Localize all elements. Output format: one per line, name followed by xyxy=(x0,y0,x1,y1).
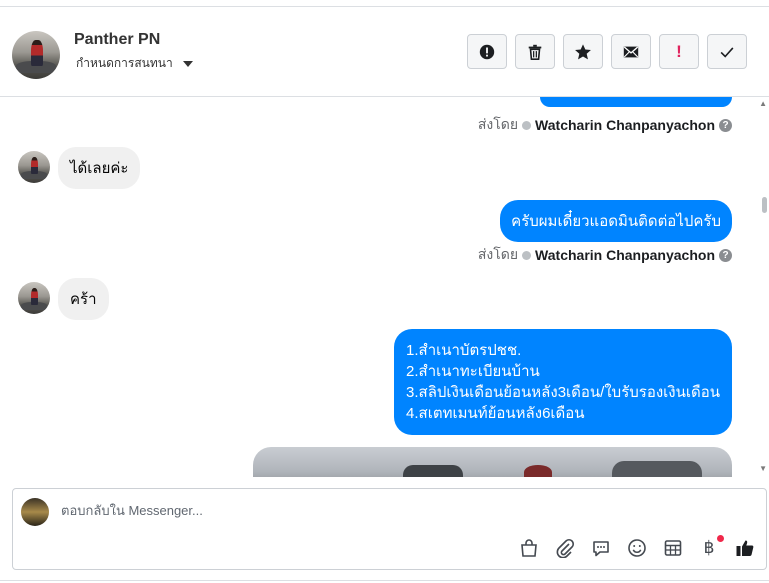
outgoing-message-bubble[interactable] xyxy=(540,97,732,107)
incoming-message-bubble[interactable]: คร้า xyxy=(58,278,109,320)
exclamation-icon: ! xyxy=(676,41,682,61)
shopping-bag-icon xyxy=(521,539,537,557)
thumbs-up-icon xyxy=(736,540,754,556)
table-button[interactable] xyxy=(662,537,684,559)
contact-avatar[interactable] xyxy=(12,31,60,79)
page-dot-icon xyxy=(522,120,532,130)
paperclip-icon xyxy=(556,538,575,558)
photo-attachment[interactable] xyxy=(253,447,732,477)
assign-label: กำหนดการสนทนา xyxy=(76,56,173,70)
caret-down-icon xyxy=(182,60,193,67)
composer-actions: ฿ xyxy=(518,535,756,559)
emoji-icon xyxy=(628,539,646,557)
follow-up-button[interactable]: ! xyxy=(659,34,699,69)
delete-button[interactable] xyxy=(515,34,555,69)
payment-button[interactable]: ฿ xyxy=(698,535,724,559)
table-icon xyxy=(664,540,682,556)
assign-conversation-dropdown[interactable]: กำหนดการสนทนา xyxy=(76,54,193,73)
envelope-icon xyxy=(623,46,639,57)
outgoing-message-bubble[interactable]: ครับผมเดี๋ยวแอดมินติดต่อไปครับ xyxy=(500,200,732,242)
scroll-up-arrow-icon[interactable]: ▲ xyxy=(759,99,767,108)
star-button[interactable] xyxy=(563,34,603,69)
shopping-bag-button[interactable] xyxy=(518,537,540,559)
notification-dot xyxy=(717,535,724,542)
bottom-divider xyxy=(0,580,769,581)
mark-spam-button[interactable] xyxy=(467,34,507,69)
done-button[interactable] xyxy=(707,34,747,69)
star-icon xyxy=(575,43,591,59)
checkmark-icon xyxy=(720,46,734,58)
help-icon[interactable]: ? xyxy=(719,248,732,262)
message-line: 3.สลิปเงินเดือนย้อนหลัง3เดือน/ใบรับรองเง… xyxy=(406,384,720,401)
scroll-down-arrow-icon[interactable]: ▼ xyxy=(759,464,767,473)
attach-button[interactable] xyxy=(554,537,576,559)
contact-avatar-small[interactable] xyxy=(18,282,50,314)
incoming-message-bubble[interactable]: ได้เลยค่ะ xyxy=(58,147,141,189)
message-line: 2.สำเนาทะเบียนบ้าน xyxy=(406,363,540,380)
page-dot-icon xyxy=(522,250,532,260)
inbox-conversation-window: Panther PN กำหนดการสนทนา ! ส่งโดย Watcha… xyxy=(0,0,769,583)
sent-by-line: ส่งโดย Watcharin Chanpanyachon ? xyxy=(478,114,732,136)
like-button[interactable] xyxy=(734,537,756,559)
sent-by-label: ส่งโดย xyxy=(477,246,519,262)
sender-name[interactable]: Watcharin Chanpanyachon xyxy=(535,247,715,263)
saved-replies-icon xyxy=(593,541,609,557)
sent-by-label: ส่งโดย xyxy=(477,116,519,132)
conversation-header: Panther PN กำหนดการสนทนา ! xyxy=(0,7,769,97)
help-icon[interactable]: ? xyxy=(719,118,732,132)
outgoing-message-bubble[interactable]: 1.สำเนาบัตรปชช. 2.สำเนาทะเบียนบ้าน 3.สลิ… xyxy=(394,329,732,435)
page-avatar xyxy=(21,498,49,526)
message-line: 1.สำเนาบัตรปชช. xyxy=(406,342,522,359)
baht-icon: ฿ xyxy=(703,538,715,557)
contact-avatar-small[interactable] xyxy=(18,151,50,183)
emoji-button[interactable] xyxy=(626,537,648,559)
saved-replies-button[interactable] xyxy=(590,537,612,559)
mark-unread-button[interactable] xyxy=(611,34,651,69)
conversation-toolbar: ! xyxy=(467,34,747,69)
sender-name[interactable]: Watcharin Chanpanyachon xyxy=(535,117,715,133)
scrollbar-thumb[interactable] xyxy=(762,197,767,213)
alert-circle-icon xyxy=(479,44,495,59)
sent-by-line: ส่งโดย Watcharin Chanpanyachon ? xyxy=(478,244,732,266)
message-line: 4.สเตทเมนท์ย้อนหลัง6เดือน xyxy=(406,405,585,422)
contact-name[interactable]: Panther PN xyxy=(74,31,160,49)
reply-composer: ฿ xyxy=(12,488,767,570)
message-thread[interactable]: ส่งโดย Watcharin Chanpanyachon ? ได้เลยค… xyxy=(0,97,769,477)
trash-icon xyxy=(528,44,542,60)
reply-input[interactable] xyxy=(61,503,661,518)
